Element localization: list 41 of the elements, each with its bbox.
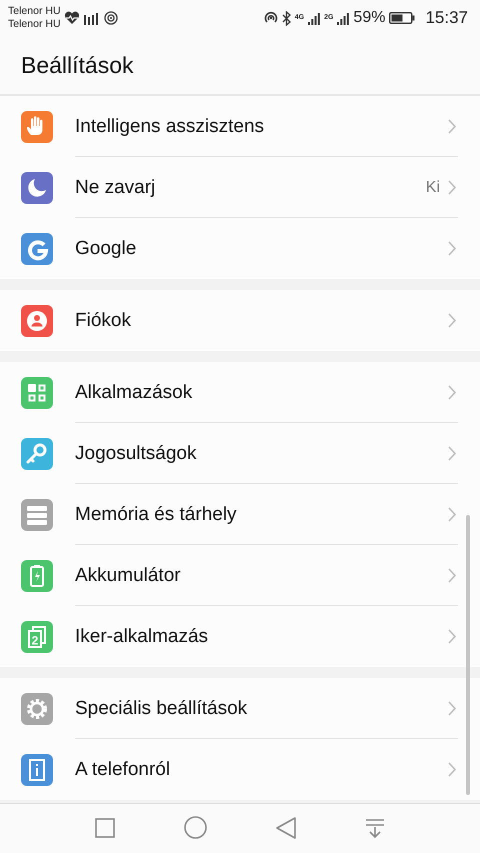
notification-pull-down-button[interactable] [365,818,386,838]
chevron-right-icon [448,629,456,644]
clock: 15:37 [425,8,468,28]
twin-pages-icon: 2 [21,620,53,652]
chevron-right-icon [448,701,456,716]
setting-label[interactable]: Akkumulátor [75,564,181,586]
setting-label[interactable]: Jogosultságok [75,442,196,464]
carrier-name: Telenor HU [8,5,61,18]
carrier-name: Telenor HU [8,18,61,31]
chevron-right-icon [448,568,456,583]
setting-label[interactable]: Alkalmazások [75,382,192,404]
setting-label[interactable]: Intelligens asszisztens [75,116,264,138]
setting-label[interactable]: A telefonról [75,758,170,780]
chevron-right-icon [448,762,456,777]
setting-label[interactable]: Ne zavarj [75,176,156,198]
chevron-right-icon [448,241,456,256]
chevron-right-icon [448,446,456,461]
page-title: Beállítások [21,52,134,78]
chevron-right-icon [448,313,456,328]
chevron-right-icon [448,385,456,400]
battery-percentage: 59% [353,9,386,27]
home-button[interactable] [184,816,207,839]
signal-icon [308,12,320,24]
setting-label[interactable]: Google [75,238,136,260]
bluetooth-icon [282,10,291,26]
signal-icon [84,12,100,24]
hotspot-icon [264,11,278,25]
setting-value: Ki [426,178,440,196]
setting-label[interactable]: Fiókok [75,310,131,332]
setting-label[interactable]: Memória és tárhely [75,504,237,526]
setting-label[interactable]: Iker-alkalmazás [75,626,208,648]
back-button[interactable] [276,816,296,838]
heart-rate-icon [64,11,80,25]
signal-icon [337,12,350,24]
chevron-right-icon [448,119,456,134]
chevron-right-icon [448,507,456,522]
recent-apps-button[interactable] [94,818,115,838]
battery-icon [389,12,416,24]
hotspot-icon [104,11,118,25]
setting-label[interactable]: Speciális beállítások [75,698,248,720]
chevron-right-icon [448,180,456,195]
